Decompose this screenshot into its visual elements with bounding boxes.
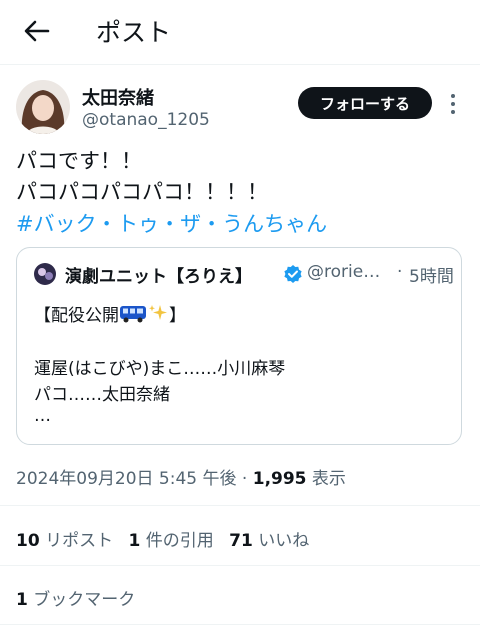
hashtag-link[interactable]: #バック・トゥ・ザ・うんちゃん <box>16 210 327 238</box>
back-button[interactable] <box>20 14 54 48</box>
reposts-count: 10 <box>16 531 40 551</box>
meta-divider <box>0 505 480 506</box>
stats-divider <box>0 565 480 566</box>
post-text-line: パコパコパコパコ！！！！ <box>16 180 268 204</box>
bookmarks-stat[interactable]: 1 ブックマーク <box>16 585 135 610</box>
header-divider <box>0 64 480 65</box>
quoted-author-name: 演劇ユニット【ろりえ】 <box>65 267 252 287</box>
quoted-author-handle: @rorie… <box>307 262 381 282</box>
likes-count: 71 <box>229 531 253 551</box>
quoted-text-line: パコ……太田奈緒 <box>34 385 170 405</box>
quoted-text-line: … <box>34 406 51 426</box>
post-text-line: パコです！！ <box>16 149 142 173</box>
quoted-text-line: 運屋(はこびや)まこ……小川麻琴 <box>34 359 286 379</box>
separator-dot: · <box>241 469 248 489</box>
post-metadata: 2024年09月20日 5:45 午後 · 1,995 表示 <box>16 464 346 489</box>
page-title: ポスト <box>96 18 172 47</box>
quoted-post-card[interactable]: 演劇ユニット【ろりえ】 @rorie… · 5時間 【配役公開 】 運屋(はこびや… <box>16 247 462 445</box>
bookmarks-label: ブックマーク <box>33 590 136 610</box>
author-handle[interactable]: @otanao_1205 <box>82 110 210 130</box>
follow-button[interactable]: フォローする <box>298 87 432 119</box>
more-options-button[interactable] <box>446 92 460 116</box>
quotes-count: 1 <box>128 531 141 551</box>
views-count: 1,995 <box>252 469 307 489</box>
bookmarks-count: 1 <box>16 590 28 610</box>
engagement-stats: 10 リポスト 1 件の引用 71 いいね <box>16 526 319 551</box>
bookmarks-divider <box>0 624 480 625</box>
arrow-left-icon <box>24 20 50 42</box>
quoted-text-prefix: 【配役公開 <box>34 306 119 326</box>
post-datetime[interactable]: 2024年09月20日 5:45 午後 <box>16 469 237 489</box>
quoted-avatar <box>34 263 56 285</box>
separator-dot: · <box>397 262 403 282</box>
author-name[interactable]: 太田奈緒 <box>82 84 154 110</box>
views-label: 表示 <box>311 469 346 489</box>
sparkles-emoji-icon <box>147 305 169 326</box>
quoted-text-line: 【配役公開 】 <box>34 301 186 326</box>
quotes-stat[interactable]: 1 件の引用 <box>128 531 213 551</box>
likes-stat[interactable]: 71 いいね <box>229 531 309 551</box>
likes-label: いいね <box>258 531 310 551</box>
quoted-timestamp: 5時間 <box>409 267 454 287</box>
more-vertical-icon <box>451 94 455 114</box>
quotes-label: 件の引用 <box>145 531 214 551</box>
reposts-label: リポスト <box>45 531 114 551</box>
avatar[interactable] <box>16 80 70 134</box>
quoted-text-suffix: 】 <box>169 306 186 326</box>
reposts-stat[interactable]: 10 リポスト <box>16 531 113 551</box>
top-bar: ポスト <box>0 0 480 62</box>
verified-badge-icon <box>283 264 303 284</box>
bus-emoji-icon <box>119 306 147 326</box>
